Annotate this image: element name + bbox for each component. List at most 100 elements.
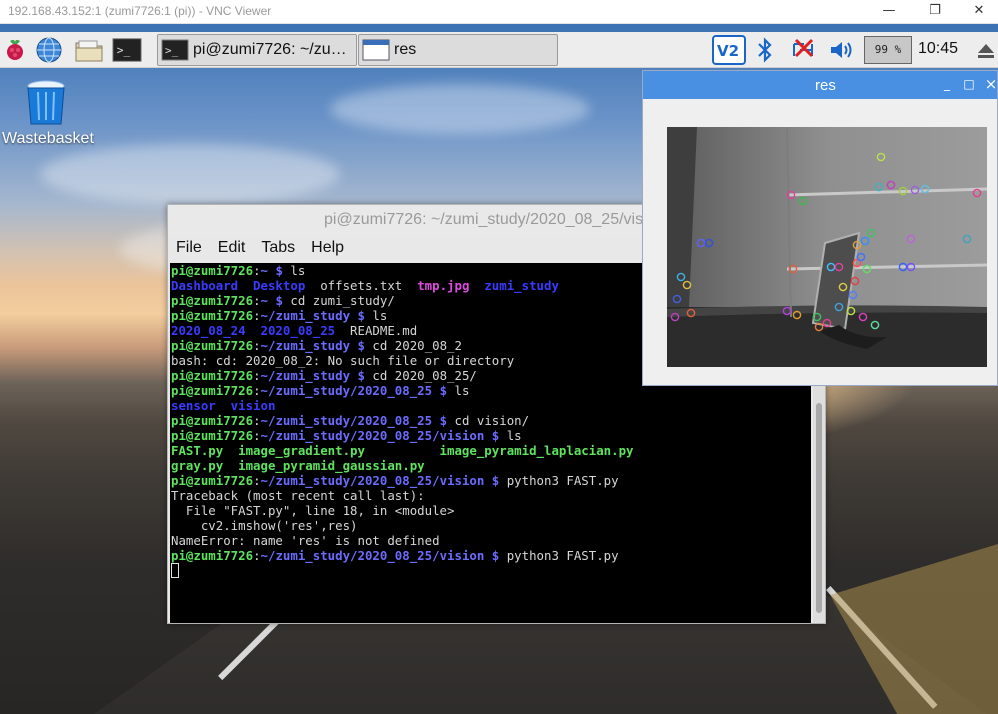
menu-edit[interactable]: Edit: [210, 237, 254, 263]
svg-text:V2: V2: [717, 42, 739, 60]
terminal-text: Traceback (most recent call last):: [171, 488, 425, 503]
terminal-text: ls: [499, 428, 522, 443]
terminal-text: python3 FAST.py: [499, 548, 619, 563]
eject-icon[interactable]: [974, 32, 998, 68]
terminal-text: pi@zumi7726: [171, 338, 254, 353]
terminal-text: ~/zumi_study $: [260, 308, 365, 323]
taskbar-item-res[interactable]: res: [358, 34, 558, 66]
terminal-line: pi@zumi7726:~/zumi_study/2020_08_25 $ cd…: [171, 413, 811, 428]
terminal-text: pi@zumi7726: [171, 368, 254, 383]
terminal-line: sensor vision: [171, 398, 811, 413]
terminal-text: cd vision/: [447, 413, 530, 428]
file-manager-icon[interactable]: [74, 36, 104, 64]
res-image-window[interactable]: res _ □ ×: [642, 70, 998, 386]
terminal-text: pi@zumi7726: [171, 293, 254, 308]
terminal-text: pi@zumi7726: [171, 383, 254, 398]
terminal-text: ~/zumi_study/2020_08_25/vision $: [260, 473, 500, 488]
terminal-line: Traceback (most recent call last):: [171, 488, 811, 503]
terminal-text: tmp.jpg: [417, 278, 470, 293]
raspberry-menu-icon[interactable]: [0, 36, 30, 64]
wastebasket-desktop-item[interactable]: Wastebasket: [0, 78, 96, 150]
vnc-icon[interactable]: V2: [710, 32, 748, 68]
terminal-text: pi@zumi7726: [171, 473, 254, 488]
terminal-text: :: [253, 338, 261, 353]
terminal-text: ls: [364, 308, 388, 323]
vnc-window-title: 192.168.43.152:1 (zumi7726:1 (pi)) - VNC…: [8, 4, 272, 18]
cpu-usage-monitor[interactable]: 99 %: [864, 36, 912, 64]
taskbar-item-label: res: [394, 41, 417, 58]
vnc-close-button[interactable]: ✕: [956, 0, 998, 24]
terminal-text: FAST.py image_gradient.py image_pyramid_…: [171, 443, 634, 458]
terminal-text: bash: cd: 2020_08_2: No such file or dir…: [171, 353, 515, 368]
terminal-text: pi@zumi7726: [171, 263, 254, 278]
bluetooth-icon[interactable]: [752, 32, 778, 68]
terminal-text: Dashboard Desktop: [171, 278, 306, 293]
terminal-line: pi@zumi7726:~/zumi_study/2020_08_25/visi…: [171, 548, 811, 563]
terminal-line: pi@zumi7726:~/zumi_study/2020_08_25/visi…: [171, 473, 811, 488]
terminal-text: python3 FAST.py: [499, 473, 619, 488]
terminal-line: NameError: name 'res' is not defined: [171, 533, 811, 548]
terminal-text: ~/zumi_study $: [260, 338, 365, 353]
terminal-text: pi@zumi7726: [171, 548, 254, 563]
terminal-text: pi@zumi7726: [171, 428, 254, 443]
volume-icon[interactable]: [826, 32, 856, 68]
terminal-text: ~/zumi_study/2020_08_25/vision $: [260, 548, 500, 563]
terminal-title: pi@zumi7726: ~/zumi_study/2020_08_25/vis…: [324, 211, 665, 228]
terminal-text: ~/zumi_study $: [260, 368, 365, 383]
terminal-text: ~/zumi_study/2020_08_25 $: [260, 383, 448, 398]
vnc-maximize-button[interactable]: ❐: [912, 0, 958, 24]
res-minimize-button[interactable]: _: [939, 75, 955, 93]
terminal-text: :: [253, 473, 261, 488]
terminal-text: ~/zumi_study/2020_08_25/vision $: [260, 428, 500, 443]
svg-text:>_: >_: [117, 44, 131, 57]
terminal-text: :: [253, 383, 261, 398]
terminal-text: ~/zumi_study/2020_08_25 $: [260, 413, 448, 428]
terminal-text: :: [253, 428, 261, 443]
terminal-text: ~ $: [260, 293, 283, 308]
svg-text:>_: >_: [165, 44, 179, 57]
terminal-text: File "FAST.py", line 18, in <module>: [171, 503, 455, 518]
wastebasket-icon: [27, 80, 65, 125]
terminal-text: :: [253, 413, 261, 428]
terminal-text: pi@zumi7726: [171, 308, 254, 323]
terminal-text: cv2.imshow('res',res): [171, 518, 358, 533]
terminal-icon: >_: [161, 39, 189, 61]
taskbar: >_ >_ pi@zumi7726: ~/zu… res V2 99 % 10:…: [0, 32, 998, 68]
cloud: [40, 144, 340, 204]
menu-file[interactable]: File: [168, 237, 210, 263]
terminal-text: zumi_study: [484, 278, 559, 293]
terminal-icon[interactable]: >_: [112, 36, 142, 64]
terminal-text: :: [253, 308, 261, 323]
terminal-input-line[interactable]: [171, 563, 811, 578]
terminal-text: pi@zumi7726: [171, 413, 254, 428]
terminal-text: cd 2020_08_25/: [364, 368, 477, 383]
terminal-line: gray.py image_pyramid_gaussian.py: [171, 458, 811, 473]
cloud: [330, 84, 590, 134]
taskbar-item-label: pi@zumi7726: ~/zu…: [193, 41, 347, 58]
res-maximize-button[interactable]: □: [961, 75, 977, 93]
scrollbar-thumb[interactable]: [816, 403, 822, 613]
terminal-line: File "FAST.py", line 18, in <module>: [171, 503, 811, 518]
menu-tabs[interactable]: Tabs: [253, 237, 303, 263]
terminal-text: :: [253, 548, 261, 563]
res-title-bar[interactable]: res _ □ ×: [643, 71, 997, 99]
wastebasket-label: Wastebasket: [2, 130, 94, 147]
terminal-text: :: [253, 368, 261, 383]
terminal-text: ls: [282, 263, 306, 278]
terminal-text: :: [253, 293, 261, 308]
vnc-title-bar: 192.168.43.152:1 (zumi7726:1 (pi)) - VNC…: [0, 0, 998, 24]
window-icon: [362, 39, 390, 61]
taskbar-item-terminal[interactable]: >_ pi@zumi7726: ~/zu…: [157, 34, 357, 66]
res-title: res: [815, 77, 836, 94]
terminal-text: 2020_08_24 2020_08_25: [171, 323, 336, 338]
web-browser-icon[interactable]: [34, 36, 64, 64]
clock[interactable]: 10:45: [918, 40, 958, 58]
res-close-button[interactable]: ×: [983, 75, 998, 93]
vnc-minimize-button[interactable]: —: [866, 0, 912, 24]
menu-help[interactable]: Help: [303, 237, 352, 263]
text-cursor: [171, 563, 179, 578]
terminal-line: pi@zumi7726:~/zumi_study/2020_08_25/visi…: [171, 428, 811, 443]
network-disconnected-icon[interactable]: [788, 32, 820, 68]
fast-keypoints-image: [667, 127, 987, 367]
